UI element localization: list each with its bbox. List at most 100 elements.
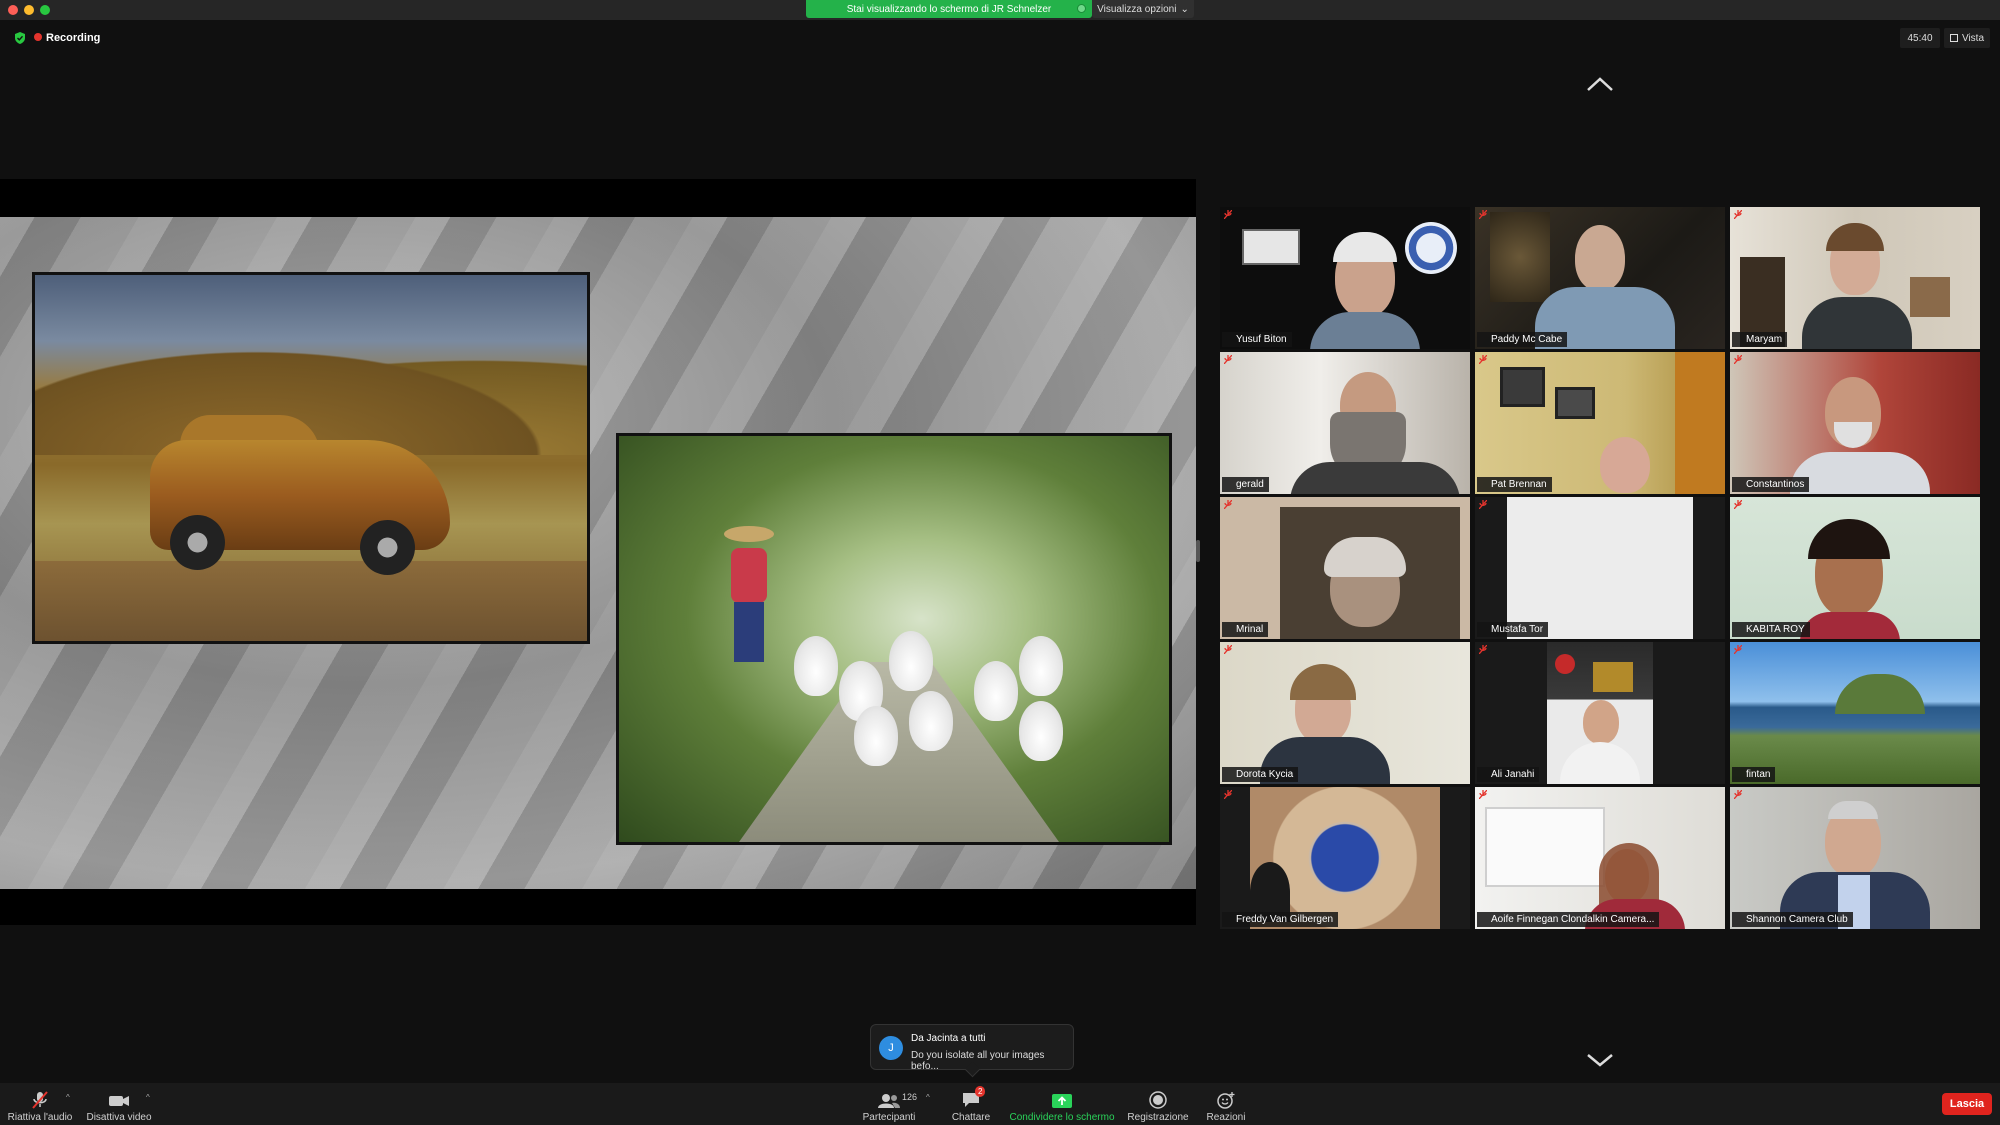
muted-mic-icon <box>1479 790 1487 799</box>
muted-mic-icon <box>1734 355 1742 364</box>
chat-label: Chattare <box>951 1112 991 1123</box>
smiley-icon <box>1217 1092 1235 1109</box>
participant-name: Paddy Mc Cabe <box>1477 332 1568 347</box>
close-window-button[interactable] <box>8 5 18 15</box>
meeting-timer: 45:40 <box>1900 28 1940 48</box>
participant-name: gerald <box>1222 477 1269 492</box>
stop-video-label: Disattiva video <box>86 1112 152 1123</box>
muted-mic-icon <box>1224 645 1232 654</box>
participant-tile[interactable]: Yusuf Biton <box>1220 207 1470 349</box>
unmute-button[interactable]: Riattiva l'audio <box>6 1085 74 1123</box>
participant-tile[interactable]: Ali Janahi <box>1475 642 1725 784</box>
participant-name: Dorota Kycia <box>1222 767 1299 782</box>
participant-name: Shannon Camera Club <box>1732 912 1853 927</box>
screen-share-banner: Stai visualizzando lo schermo di JR Schn… <box>806 0 1092 18</box>
participant-tile[interactable]: Constantinos <box>1730 352 1980 494</box>
participant-tile[interactable]: Maryam <box>1730 207 1980 349</box>
presentation-slide <box>0 217 1196 889</box>
view-options-button[interactable]: Visualizza opzioni ⌄ <box>1092 0 1194 18</box>
participant-tile[interactable]: Shannon Camera Club <box>1730 787 1980 929</box>
recording-indicator[interactable]: Recording <box>14 32 100 44</box>
participant-tile[interactable]: Mustafa Tor <box>1475 497 1725 639</box>
share-screen-button[interactable]: Condividere lo schermo <box>1004 1085 1120 1123</box>
video-options-caret[interactable]: ^ <box>146 1093 150 1102</box>
minimize-window-button[interactable] <box>24 5 34 15</box>
participant-tile[interactable]: fintan <box>1730 642 1980 784</box>
maximize-window-button[interactable] <box>40 5 50 15</box>
participant-name: Yusuf Biton <box>1222 332 1292 347</box>
muted-mic-icon <box>1479 210 1487 219</box>
participants-icon <box>878 1094 900 1108</box>
stop-video-button[interactable]: Disattiva video <box>84 1085 154 1123</box>
unmute-label: Riattiva l'audio <box>7 1112 73 1123</box>
participant-name: Aoife Finnegan Clondalkin Camera... <box>1477 912 1660 927</box>
shield-icon <box>15 32 25 44</box>
view-label: Vista <box>1961 32 1985 44</box>
recording-dot-icon <box>34 33 42 41</box>
participant-tile[interactable]: Mrinal <box>1220 497 1470 639</box>
view-grid-icon <box>1949 34 1958 42</box>
participant-tile[interactable]: Paddy Mc Cabe <box>1475 207 1725 349</box>
chevron-up-icon[interactable] <box>1586 76 1614 92</box>
participant-tile[interactable]: KABITA ROY <box>1730 497 1980 639</box>
muted-mic-icon <box>1479 500 1487 509</box>
participants-options-caret[interactable]: ^ <box>926 1093 930 1102</box>
participant-tile[interactable]: Dorota Kycia <box>1220 642 1470 784</box>
record-button[interactable]: Registrazione <box>1126 1085 1190 1123</box>
reactions-label: Reazioni <box>1206 1112 1246 1123</box>
participant-name: Maryam <box>1732 332 1788 347</box>
participant-name: Pat Brennan <box>1477 477 1552 492</box>
avatar: J <box>879 1036 903 1060</box>
window-titlebar: Stai visualizzando lo schermo di JR Schn… <box>0 0 2000 20</box>
participant-name: Mrinal <box>1222 622 1269 637</box>
chevron-down-icon[interactable] <box>1586 1052 1614 1068</box>
view-options-label: Visualizza opzioni <box>1097 3 1177 15</box>
participants-button[interactable]: Partecipanti <box>856 1085 922 1123</box>
chat-message-preview: Do you isolate all your images befo... <box>911 1050 1045 1072</box>
shared-screen <box>0 179 1196 925</box>
muted-mic-icon <box>1224 500 1232 509</box>
chat-notification[interactable]: J Da Jacinta a tutti Do you isolate all … <box>870 1024 1074 1072</box>
participant-name: Constantinos <box>1732 477 1810 492</box>
participant-tile[interactable]: Aoife Finnegan Clondalkin Camera... <box>1475 787 1725 929</box>
participant-name: Mustafa Tor <box>1477 622 1549 637</box>
participant-name: KABITA ROY <box>1732 622 1810 637</box>
muted-mic-icon <box>1224 210 1232 219</box>
share-status-icon <box>1077 4 1086 13</box>
muted-mic-icon <box>1734 645 1742 654</box>
record-label: Registrazione <box>1127 1112 1189 1123</box>
share-screen-label: Condividere lo schermo <box>1009 1112 1115 1123</box>
chevron-down-icon: ⌄ <box>1180 3 1189 15</box>
participant-gallery: Yusuf Biton Paddy Mc Cabe Maryam gerald … <box>1219 206 1981 930</box>
participants-count: 126 <box>902 1092 918 1102</box>
audio-options-caret[interactable]: ^ <box>66 1093 70 1102</box>
chat-sender: Da Jacinta a tutti <box>911 1033 986 1044</box>
video-camera-icon <box>109 1096 129 1106</box>
panel-resize-handle[interactable] <box>1196 540 1200 562</box>
participant-tile[interactable]: Freddy Van Gilbergen <box>1220 787 1470 929</box>
chat-button[interactable]: Chattare <box>946 1085 996 1123</box>
view-button[interactable]: Vista <box>1944 28 1990 48</box>
screen-share-banner-text: Stai visualizzando lo schermo di JR Schn… <box>846 3 1052 15</box>
muted-mic-icon <box>1734 790 1742 799</box>
meeting-toolbar: Riattiva l'audio ^ Disattiva video ^ Par… <box>0 1083 2000 1125</box>
participant-tile[interactable]: Pat Brennan <box>1475 352 1725 494</box>
muted-mic-icon <box>1734 500 1742 509</box>
muted-mic-icon <box>1734 210 1742 219</box>
muted-mic-icon <box>1224 790 1232 799</box>
muted-mic-icon <box>1479 645 1487 654</box>
muted-mic-icon <box>1224 355 1232 364</box>
reactions-button[interactable]: Reazioni <box>1200 1085 1252 1123</box>
participant-name: Ali Janahi <box>1477 767 1540 782</box>
participants-label: Partecipanti <box>862 1112 916 1123</box>
share-screen-icon <box>1052 1094 1072 1108</box>
vintage-car-painting <box>32 272 590 644</box>
participant-tile[interactable]: gerald <box>1220 352 1470 494</box>
record-icon <box>1149 1091 1167 1109</box>
leave-meeting-button[interactable]: Lascia <box>1942 1093 1992 1115</box>
recording-label: Recording <box>46 32 101 44</box>
muted-mic-icon <box>32 1091 48 1109</box>
muted-mic-icon <box>1479 355 1487 364</box>
participant-name: fintan <box>1732 767 1776 782</box>
geese-painting <box>616 433 1172 845</box>
